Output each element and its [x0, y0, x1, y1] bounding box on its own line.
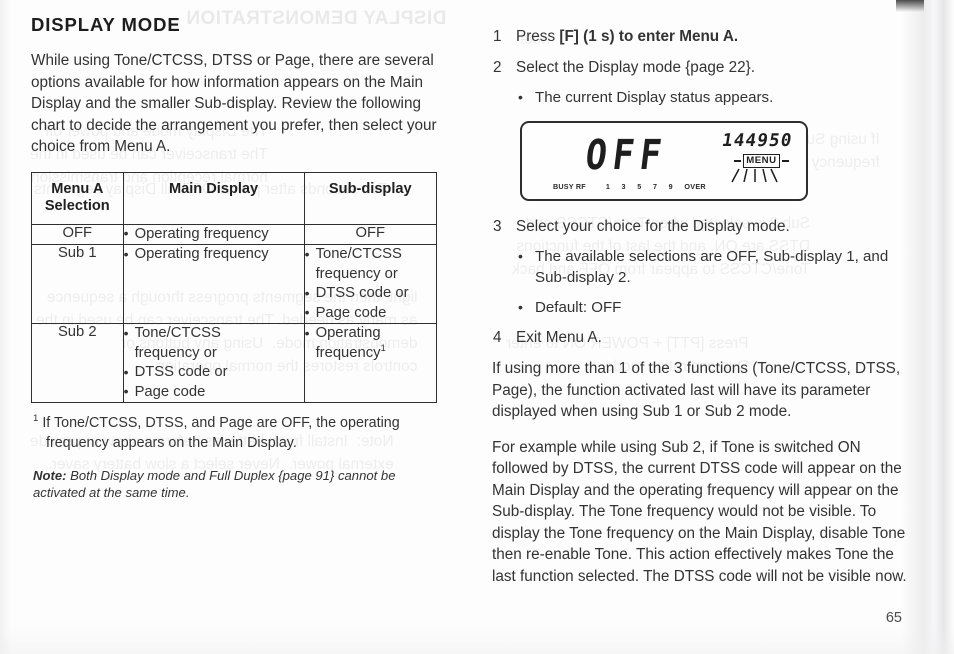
blink-rays-icon [731, 168, 778, 183]
body-paragraph-2: For example while using Sub 2, if Tone i… [492, 438, 907, 585]
list-item: Page code [305, 303, 436, 324]
list-item: Page code [124, 382, 304, 403]
left-column: DISPLAY MODE While using Tone/CTCSS, DTS… [31, 14, 451, 501]
column-header-sub-display: Sub-display [303, 171, 438, 225]
lcd-main-readout: OFF [582, 132, 670, 180]
step-3-sublist: The available selections are OFF, Sub-di… [516, 246, 917, 318]
cell-sub-display: OFF [303, 223, 438, 245]
list-item: Tone/CTCSS [124, 324, 304, 344]
list-item: The current Display status appears. [516, 87, 917, 108]
cell-main-display: Operating frequency [122, 223, 305, 245]
step-text-part: Press [516, 28, 560, 45]
footnote: 1 If Tone/CTCSS, DTSS, and Page are OFF,… [33, 414, 451, 453]
column-header-main-display: Main Display [122, 171, 305, 225]
right-column: 1 Press [F] (1 s) to enter Menu A. 2 Sel… [492, 26, 917, 601]
note-block: Note: Both Display mode and Full Duplex … [33, 468, 451, 501]
table-header-row: Menu A Selection Main Display Sub-displa… [31, 171, 438, 225]
intro-paragraph: While using Tone/CTCSS, DTSS or Page, th… [31, 52, 437, 155]
lcd-menu-indicator: MENU [742, 154, 780, 168]
list-item-continuation: frequency1 [305, 342, 436, 364]
step-text: Press [F] (1 s) to enter Menu A. [516, 28, 738, 45]
scale-tick: 3 [621, 182, 626, 191]
list-item: DTSS code or [305, 284, 436, 304]
scale-tick: 1 [605, 182, 611, 191]
display-mode-table: Menu A Selection Main Display Sub-displa… [31, 171, 438, 403]
scan-edge-shadow-bottom [0, 628, 954, 654]
cell-sub-display: Tone/CTCSS frequency or DTSS code or Pag… [303, 244, 438, 324]
cell-selection: Sub 2 [31, 323, 124, 403]
scale-busy-label: BUSY RF [553, 182, 586, 191]
cell-main-display: Tone/CTCSS frequency or DTSS code or Pag… [122, 323, 305, 403]
list-item: Operating frequency [124, 245, 304, 265]
lcd-display-illustration: OFF 144950 MENU BUSY RF 1 3 5 7 9 OVER [520, 121, 808, 201]
table-row: Sub 1 Operating frequency Tone/CTCSS fre… [31, 244, 438, 324]
list-item-continuation: frequency or [315, 265, 398, 282]
step-duration: (1 s) to enter Menu A. [578, 28, 739, 45]
body-paragraph-1: If using more than 1 of the 3 functions … [492, 360, 901, 420]
list-item-continuation: frequency or [134, 344, 217, 361]
list-item: DTSS code or [124, 363, 304, 383]
step-text: Select the Display mode {page 22}. [516, 59, 755, 76]
step-3: 3 Select your choice for the Display mod… [492, 216, 917, 318]
step-number: 1 [493, 28, 502, 45]
cell-selection: OFF [31, 223, 124, 245]
column-header-menu-selection: Menu A Selection [31, 171, 124, 225]
list-item: Tone/CTCSS [305, 245, 436, 265]
scale-tick: 7 [652, 182, 658, 191]
cell-main-display: Operating frequency [122, 244, 305, 324]
note-text: Both Display mode and Full Duplex {page … [33, 468, 396, 500]
scale-over-label: OVER [684, 182, 706, 191]
cell-selection: Sub 1 [31, 244, 124, 324]
manual-page: DISPLAY DEMONSTRATION The Display mode a… [0, 0, 954, 654]
scan-edge-shadow-top [896, 0, 924, 12]
key-label-f: [F] [559, 28, 579, 45]
dash-right-icon [782, 159, 789, 162]
scale-tick: 5 [637, 182, 642, 191]
note-label: Note: [33, 468, 67, 483]
list-item: The available selections are OFF, Sub-di… [516, 246, 917, 288]
lcd-signal-meter-scale: BUSY RF 1 3 5 7 9 OVER [553, 182, 706, 191]
page-title: DISPLAY MODE [31, 14, 181, 35]
step-1: 1 Press [F] (1 s) to enter Menu A. [492, 26, 917, 47]
step-2-sublist: The current Display status appears. [516, 87, 917, 108]
header-line-1: Menu A [51, 180, 104, 197]
scale-tick: 9 [668, 182, 673, 191]
list-item-text: frequency [315, 344, 381, 361]
dash-left-icon [733, 159, 741, 162]
step-4: 4 Exit Menu A. [492, 327, 917, 348]
lcd-frequency-readout: 144950 [719, 131, 794, 151]
procedure-steps: 1 Press [F] (1 s) to enter Menu A. 2 Sel… [492, 26, 917, 108]
list-item: Operating [305, 324, 436, 344]
step-text: Exit Menu A. [516, 329, 602, 346]
header-line-2: Selection [44, 197, 110, 214]
table-row: OFF Operating frequency OFF [31, 223, 438, 245]
footnote-text: If Tone/CTCSS, DTSS, and Page are OFF, t… [42, 415, 400, 451]
footnote-marker: 1 [380, 342, 386, 354]
step-2: 2 Select the Display mode {page 22}. The… [492, 57, 917, 108]
lcd-menu-indicator-row: MENU [733, 154, 789, 168]
list-item: Operating frequency [124, 224, 304, 245]
page-number: 65 [885, 610, 902, 626]
lcd-illustration-wrapper: OFF 144950 MENU BUSY RF 1 3 5 7 9 OVER [520, 121, 917, 201]
table-row: Sub 2 Tone/CTCSS frequency or DTSS code … [31, 323, 438, 403]
step-text: Select your choice for the Display mode. [516, 218, 790, 235]
step-number: 4 [493, 329, 502, 346]
step-number: 3 [493, 218, 502, 235]
procedure-steps-continued: 3 Select your choice for the Display mod… [492, 216, 917, 348]
step-number: 2 [493, 59, 502, 76]
footnote-marker: 1 [33, 413, 39, 425]
cell-sub-display: Operating frequency1 [303, 323, 438, 403]
scan-edge-shadow-left [0, 0, 16, 654]
list-item: Default: OFF [516, 297, 917, 318]
